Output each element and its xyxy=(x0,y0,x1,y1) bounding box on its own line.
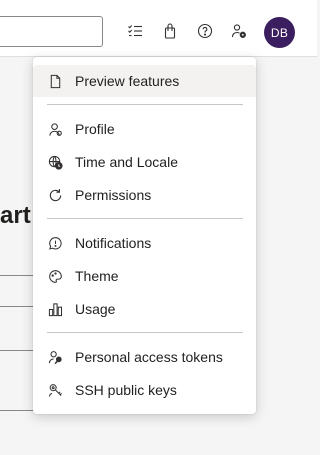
form-field-border xyxy=(0,275,36,276)
menu-divider xyxy=(47,218,243,219)
shopping-bag-icon[interactable] xyxy=(159,20,181,42)
menu-item-label: SSH public keys xyxy=(75,382,177,398)
menu-divider xyxy=(47,332,243,333)
search-input[interactable] xyxy=(0,16,103,47)
globe-clock-icon xyxy=(47,154,63,170)
menu-item-personal-access-tokens[interactable]: Personal access tokens xyxy=(33,341,256,373)
refresh-icon xyxy=(47,187,63,203)
user-settings-icon[interactable] xyxy=(228,20,250,42)
menu-item-profile[interactable]: Profile xyxy=(33,113,256,145)
avatar[interactable]: DB xyxy=(264,17,295,48)
menu-item-notifications[interactable]: Notifications xyxy=(33,227,256,259)
paint-icon xyxy=(47,268,63,284)
form-field-border xyxy=(0,306,36,307)
bar-chart-icon xyxy=(47,301,63,317)
menu-item-label: Permissions xyxy=(75,187,152,203)
top-bar: DB xyxy=(0,0,317,57)
menu-item-usage[interactable]: Usage xyxy=(33,293,256,325)
menu-item-ssh-public-keys[interactable]: SSH public keys xyxy=(33,374,256,406)
menu-item-label: Preview features xyxy=(75,73,180,89)
person-key-icon xyxy=(47,349,63,365)
key-chain-icon xyxy=(47,382,63,398)
user-settings-menu: Preview features Profile Time and Locale xyxy=(33,57,256,414)
document-icon xyxy=(47,73,63,89)
menu-item-label: Notifications xyxy=(75,235,152,251)
menu-item-theme[interactable]: Theme xyxy=(33,260,256,292)
menu-item-label: Personal access tokens xyxy=(75,349,223,365)
menu-item-preview-features[interactable]: Preview features xyxy=(33,65,256,97)
help-icon[interactable] xyxy=(194,20,216,42)
menu-item-time-and-locale[interactable]: Time and Locale xyxy=(33,146,256,178)
profile-icon xyxy=(47,121,63,137)
chat-bubble-icon xyxy=(47,235,63,251)
menu-item-label: Usage xyxy=(75,301,116,317)
checklist-icon[interactable] xyxy=(124,20,146,42)
form-field-border xyxy=(0,350,36,351)
menu-item-label: Time and Locale xyxy=(75,154,178,170)
menu-divider xyxy=(47,104,243,105)
form-field-border xyxy=(0,410,36,411)
menu-item-label: Theme xyxy=(75,268,119,284)
menu-item-label: Profile xyxy=(75,121,115,137)
menu-item-permissions[interactable]: Permissions xyxy=(33,179,256,211)
